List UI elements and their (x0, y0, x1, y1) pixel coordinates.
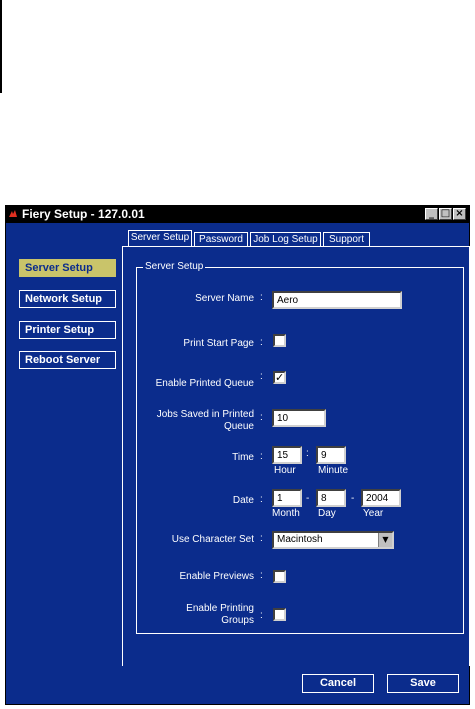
print-start-page-label: Print Start Page (183, 338, 254, 349)
colon: : (260, 610, 263, 621)
chevron-down-icon[interactable]: ▼ (378, 533, 392, 547)
fiery-setup-window: Fiery Setup - 127.0.01 _ □ × Server Setu… (5, 205, 470, 705)
date-label: Date (232, 495, 254, 506)
colon: : (260, 494, 263, 505)
group-title: Server Setup (143, 260, 206, 273)
server-name-input[interactable]: Aero (272, 291, 402, 309)
window-title: Fiery Setup - 127.0.01 (22, 207, 145, 221)
save-button[interactable]: Save (387, 674, 459, 693)
maximize-button[interactable]: □ (439, 208, 452, 220)
colon: : (260, 371, 263, 382)
month-caption: Month (272, 508, 300, 519)
tab-job-log-setup[interactable]: Job Log Setup (250, 232, 321, 246)
maximize-icon: □ (440, 208, 451, 219)
sidebar-item-server-setup[interactable]: Server Setup (19, 259, 116, 277)
title-bar[interactable]: Fiery Setup - 127.0.01 _ □ × (6, 206, 469, 223)
colon: : (260, 292, 263, 303)
tab-server-setup[interactable]: Server Setup (128, 230, 192, 247)
hour-caption: Hour (274, 465, 296, 476)
sidebar-item-printer-setup[interactable]: Printer Setup (19, 321, 116, 339)
server-name-label: Server Name (195, 293, 254, 304)
check-icon: ✓ (275, 371, 285, 384)
day-input[interactable]: 8 (316, 489, 346, 507)
cancel-button[interactable]: Cancel (302, 674, 374, 693)
time-separator: : (306, 448, 309, 459)
sidebar-item-reboot-server[interactable]: Reboot Server (19, 351, 116, 369)
time-label: Time (232, 452, 254, 463)
enable-printing-groups-label-line2: Groups (221, 615, 254, 626)
character-set-dropdown[interactable]: Macintosh ▼ (272, 531, 394, 549)
close-icon: × (455, 208, 464, 219)
colon: : (260, 451, 263, 462)
minute-caption: Minute (318, 465, 349, 476)
character-set-label: Use Character Set (171, 534, 254, 545)
print-start-page-checkbox[interactable] (273, 334, 286, 347)
tab-support[interactable]: Support (323, 232, 370, 246)
jobs-saved-label-line2: Queue (223, 421, 254, 432)
enable-printing-groups-label-line1: Enable Printing (186, 603, 254, 614)
page-edge-line (0, 0, 2, 93)
tab-password[interactable]: Password (194, 232, 248, 246)
colon: : (260, 412, 263, 423)
close-button[interactable]: × (453, 208, 466, 220)
enable-previews-label: Enable Previews (179, 571, 254, 582)
jobs-saved-input[interactable]: 10 (272, 409, 326, 427)
hour-input[interactable]: 15 (272, 446, 302, 464)
year-input[interactable]: 2004 (361, 489, 401, 507)
sidebar-item-network-setup[interactable]: Network Setup (19, 290, 116, 308)
jobs-saved-label-line1: Jobs Saved in Printed (156, 409, 254, 420)
colon: : (260, 570, 263, 581)
minimize-icon: _ (429, 208, 434, 219)
date-separator: - (351, 493, 355, 504)
minute-input[interactable]: 9 (316, 446, 346, 464)
day-caption: Day (318, 508, 336, 519)
enable-printed-queue-checkbox[interactable]: ✓ (273, 371, 286, 384)
month-input[interactable]: 1 (272, 489, 302, 507)
app-icon (8, 209, 18, 219)
colon: : (260, 533, 263, 544)
enable-printed-queue-label: Enable Printed Queue (155, 378, 254, 389)
date-separator: - (306, 493, 310, 504)
enable-printing-groups-checkbox[interactable] (273, 608, 286, 621)
character-set-value: Macintosh (277, 534, 323, 545)
enable-previews-checkbox[interactable] (273, 570, 286, 583)
year-caption: Year (363, 508, 384, 519)
minimize-button[interactable]: _ (425, 208, 438, 220)
colon: : (260, 337, 263, 348)
